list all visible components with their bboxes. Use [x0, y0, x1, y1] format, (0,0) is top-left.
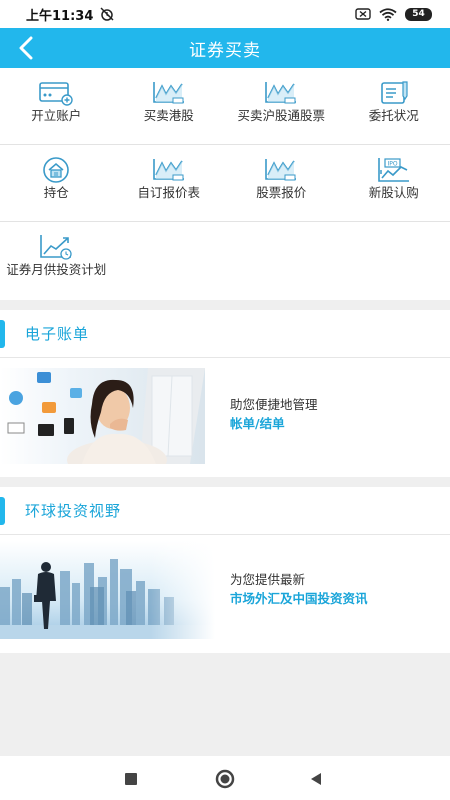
system-nav-bar: [0, 756, 450, 800]
home-button[interactable]: [213, 767, 237, 791]
estatement-illustration: [0, 368, 205, 480]
function-grid: 开立账户 买卖港股 买卖沪股通股票 委托状况 持仓 自订报价表 股票报价 IPO…: [0, 68, 450, 300]
open-account-item[interactable]: 开立账户: [0, 68, 113, 144]
status-bar: 上午11:34 54: [0, 0, 450, 28]
estatement-text: 助您便捷地管理 帐单/结单: [230, 396, 318, 434]
custom-quote-list-item[interactable]: 自订报价表: [113, 145, 226, 221]
grid-item-label: 证券月供投资计划: [6, 262, 107, 277]
section-header: 电子账单: [0, 310, 450, 358]
holdings-item[interactable]: 持仓: [0, 145, 113, 221]
grid-item-label: 自订报价表: [137, 185, 200, 200]
alarm-off-icon: [99, 7, 115, 21]
grid-item-label: 股票报价: [256, 185, 307, 200]
grid-item-label: 新股认购: [368, 185, 419, 200]
title-bar: 证券买卖: [0, 28, 450, 68]
global-investment-banner[interactable]: 为您提供最新 市场外汇及中国投资资讯: [0, 535, 450, 652]
card-icon: [38, 79, 74, 107]
document-icon: [376, 79, 412, 107]
order-status-item[interactable]: 委托状况: [338, 68, 450, 144]
triangle-left-icon: [311, 773, 321, 785]
back-button[interactable]: [12, 34, 40, 62]
estatement-highlight: 帐单/结单: [230, 416, 285, 431]
estatement-subtitle: 助您便捷地管理: [230, 397, 318, 412]
back-nav-button[interactable]: [306, 769, 326, 789]
divider: [0, 300, 450, 308]
ipo-icon: IPO: [376, 156, 412, 184]
grid-row: 持仓 自订报价表 股票报价 IPO 新股认购: [0, 145, 450, 222]
trade-sh-connect-item[interactable]: 买卖沪股通股票: [225, 68, 338, 144]
wifi-icon: [379, 7, 397, 21]
section-accent-bar: [0, 497, 5, 525]
grid-item-label: 持仓: [43, 185, 69, 200]
global-investment-subtitle: 为您提供最新: [230, 572, 306, 587]
grid-item-label: 买卖沪股通股票: [237, 108, 325, 123]
chart-icon: [263, 156, 299, 184]
recent-apps-button[interactable]: [122, 770, 140, 788]
estatement-banner[interactable]: 助您便捷地管理 帐单/结单: [0, 358, 450, 480]
section-title: 电子账单: [25, 325, 90, 343]
page-title: 证券买卖: [189, 40, 261, 61]
monthly-investment-plan-item[interactable]: 证券月供投资计划: [0, 222, 113, 300]
section-title: 环球投资视野: [25, 502, 122, 520]
battery-indicator: 54: [405, 7, 432, 21]
chart-icon: [151, 79, 187, 107]
square-icon: [125, 773, 137, 785]
section-header: 环球投资视野: [0, 487, 450, 535]
chart-icon: [151, 156, 187, 184]
chevron-left-icon: [19, 36, 33, 60]
global-investment-text: 为您提供最新 市场外汇及中国投资资讯: [230, 571, 368, 609]
chart-icon: [263, 79, 299, 107]
section-accent-bar: [0, 320, 5, 348]
estatement-section: 电子账单 助您便捷地管理 帐单/结单: [0, 310, 450, 480]
global-investment-section: 环球投资视野 为您提供最新 市场外汇及中国投资资讯: [0, 487, 450, 653]
growth-chart-icon: [38, 233, 74, 261]
grid-row: 开立账户 买卖港股 买卖沪股通股票 委托状况: [0, 68, 450, 145]
grid-item-label: 开立账户: [31, 108, 82, 123]
global-investment-highlight: 市场外汇及中国投资资讯: [230, 591, 368, 606]
circle-icon: [215, 769, 235, 789]
status-time: 上午11:34: [26, 8, 94, 24]
grid-item-label: 委托状况: [368, 108, 419, 123]
svg-text:IPO: IPO: [387, 161, 397, 168]
house-icon: [38, 156, 74, 184]
city-skyline-illustration: [0, 541, 215, 643]
grid-row: 证券月供投资计划: [0, 222, 450, 300]
trade-hk-stocks-item[interactable]: 买卖港股: [113, 68, 226, 144]
sim-icon: [355, 8, 371, 20]
stock-quote-item[interactable]: 股票报价: [225, 145, 338, 221]
ipo-subscription-item[interactable]: IPO 新股认购: [338, 145, 450, 221]
grid-item-label: 买卖港股: [143, 108, 194, 123]
